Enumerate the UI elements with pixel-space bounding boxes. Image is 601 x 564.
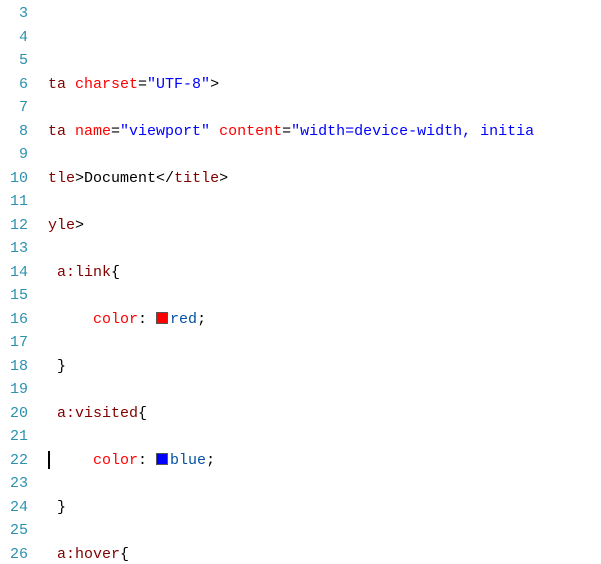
- line-number: 4: [0, 26, 28, 50]
- code-line: tle>Document</title>: [48, 167, 601, 191]
- tag-token: title: [174, 170, 219, 187]
- line-number: 17: [0, 331, 28, 355]
- property-token: color: [93, 452, 138, 469]
- line-number: 7: [0, 96, 28, 120]
- line-number: 6: [0, 73, 28, 97]
- selector-token: a:link: [57, 264, 111, 281]
- code-line: [48, 26, 601, 50]
- tag-token: ta: [48, 76, 75, 93]
- line-number: 20: [0, 402, 28, 426]
- punct-token: =: [111, 123, 120, 140]
- code-area[interactable]: ta charset="UTF-8"> ta name="viewport" c…: [48, 0, 601, 564]
- selector-token: a:visited: [57, 405, 138, 422]
- line-number: 19: [0, 378, 28, 402]
- line-number: 5: [0, 49, 28, 73]
- string-token: "UTF-8": [147, 76, 210, 93]
- color-swatch-icon: [156, 312, 168, 324]
- attr-token: charset: [75, 76, 138, 93]
- code-line: }: [48, 355, 601, 379]
- line-number: 22: [0, 449, 28, 473]
- text-cursor: [48, 451, 50, 469]
- code-line: yle>: [48, 214, 601, 238]
- code-line: a:hover{: [48, 543, 601, 564]
- tag-token: tle: [48, 170, 75, 187]
- line-number: 10: [0, 167, 28, 191]
- punct-token: >: [210, 76, 219, 93]
- property-token: color: [93, 311, 138, 328]
- code-line: color: red;: [48, 308, 601, 332]
- tag-token: yle: [48, 217, 75, 234]
- line-number: 13: [0, 237, 28, 261]
- selector-token: a:hover: [57, 546, 120, 563]
- attr-token: name: [75, 123, 111, 140]
- punct-token: =: [138, 76, 147, 93]
- line-number: 14: [0, 261, 28, 285]
- code-editor[interactable]: 3456789101112131415161718192021222324252…: [0, 0, 601, 564]
- string-token: "width=device-width, initia: [291, 123, 534, 140]
- code-line: }: [48, 496, 601, 520]
- line-number: 8: [0, 120, 28, 144]
- color-swatch-icon: [156, 453, 168, 465]
- string-token: "viewport": [120, 123, 210, 140]
- line-number: 12: [0, 214, 28, 238]
- line-number: 26: [0, 543, 28, 564]
- code-line: ta name="viewport" content="width=device…: [48, 120, 601, 144]
- line-number: 21: [0, 425, 28, 449]
- line-number: 18: [0, 355, 28, 379]
- line-number: 24: [0, 496, 28, 520]
- tag-token: ta: [48, 123, 75, 140]
- line-number: 25: [0, 519, 28, 543]
- line-number: 3: [0, 2, 28, 26]
- code-line: a:link{: [48, 261, 601, 285]
- code-line: color: blue;: [48, 449, 601, 473]
- text-token: Document: [84, 170, 156, 187]
- code-line: ta charset="UTF-8">: [48, 73, 601, 97]
- code-line: a:visited{: [48, 402, 601, 426]
- line-number-gutter: 3456789101112131415161718192021222324252…: [0, 0, 48, 564]
- value-token: red: [170, 311, 197, 328]
- attr-token: content: [219, 123, 282, 140]
- line-number: 16: [0, 308, 28, 332]
- line-number: 11: [0, 190, 28, 214]
- line-number: 9: [0, 143, 28, 167]
- line-number: 15: [0, 284, 28, 308]
- line-number: 23: [0, 472, 28, 496]
- value-token: blue: [170, 452, 206, 469]
